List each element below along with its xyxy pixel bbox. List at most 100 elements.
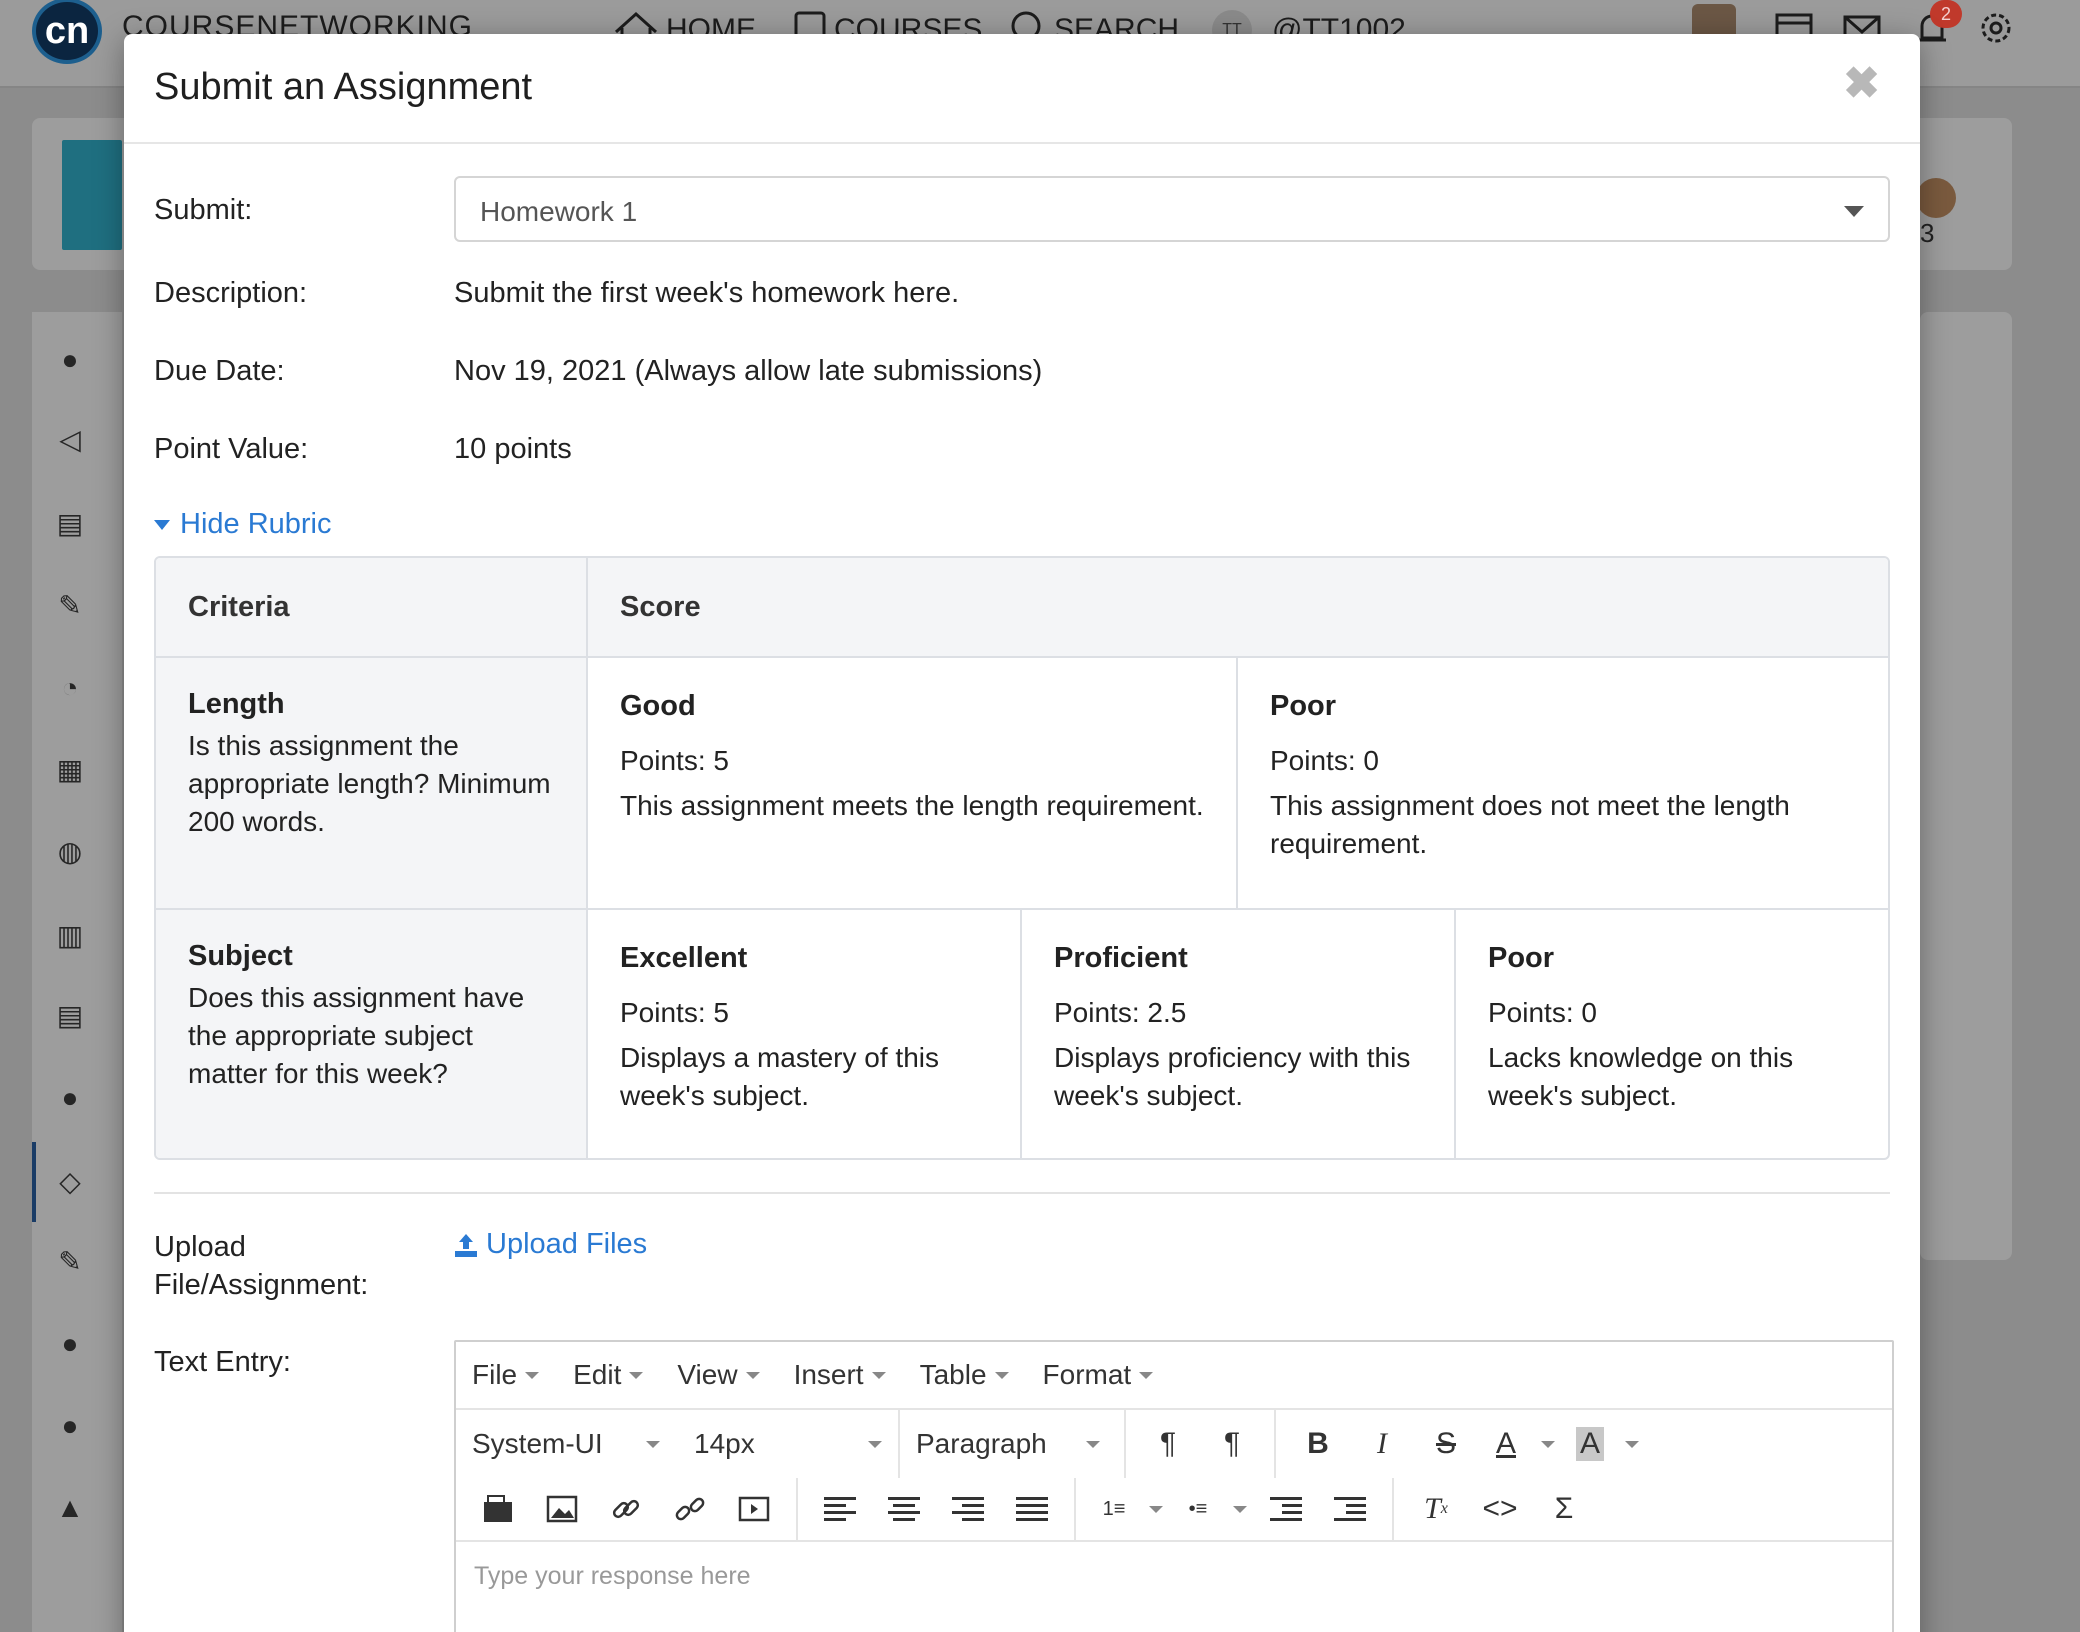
strikethrough-icon[interactable]: S bbox=[1414, 1416, 1478, 1472]
italic-icon[interactable]: I bbox=[1350, 1416, 1414, 1472]
member-avatar[interactable] bbox=[1916, 178, 1956, 218]
menu-file[interactable]: File bbox=[472, 1359, 540, 1391]
rubric-level-proficient[interactable]: Proficient Points: 2.5 Displays proficie… bbox=[1022, 910, 1456, 1158]
rtl-icon[interactable]: ¶ bbox=[1200, 1416, 1264, 1472]
description-label: Description: bbox=[154, 277, 308, 309]
level-points: Points: 5 bbox=[620, 997, 729, 1028]
editor-menubar: File Edit View Insert Table Format bbox=[456, 1342, 1892, 1410]
menu-view[interactable]: View bbox=[677, 1359, 760, 1391]
bullet-list-dropdown[interactable] bbox=[1226, 1481, 1254, 1537]
font-family-select[interactable]: System-UI bbox=[466, 1428, 666, 1460]
caret-down-icon bbox=[154, 519, 170, 530]
unlink-icon[interactable] bbox=[658, 1481, 722, 1537]
menu-insert[interactable]: Insert bbox=[794, 1359, 886, 1391]
align-center-icon[interactable] bbox=[872, 1481, 936, 1537]
hide-rubric-label: Hide Rubric bbox=[180, 508, 332, 540]
chevron-down-icon bbox=[1086, 1440, 1100, 1448]
text-color-icon[interactable]: A bbox=[1478, 1416, 1534, 1472]
font-select-group: System-UI 14px bbox=[456, 1410, 900, 1478]
due-date-value: Nov 19, 2021 (Always allow late submissi… bbox=[454, 355, 1043, 387]
math-sigma-icon[interactable]: Σ bbox=[1532, 1481, 1596, 1537]
block-format-group: Paragraph bbox=[900, 1410, 1126, 1478]
upload-files-button[interactable]: Upload Files bbox=[454, 1228, 647, 1261]
align-right-icon[interactable] bbox=[936, 1481, 1000, 1537]
editor-content-area[interactable]: Type your response here bbox=[456, 1542, 1892, 1611]
upload-files-label: Upload Files bbox=[486, 1228, 648, 1260]
highlight-color-icon[interactable]: A bbox=[1562, 1416, 1618, 1472]
building-icon[interactable]: ▥ bbox=[54, 920, 86, 952]
description-value: Submit the first week's homework here. bbox=[454, 277, 960, 309]
rubric-level-poor[interactable]: Poor Points: 0 This assignment does not … bbox=[1238, 658, 1888, 910]
criterion-description: Does this assignment have the appropriat… bbox=[188, 982, 525, 1089]
user-icon[interactable]: ● bbox=[54, 1410, 86, 1442]
level-description: This assignment does not meet the length… bbox=[1270, 790, 1790, 859]
block-format-select[interactable]: Paragraph bbox=[910, 1428, 1106, 1460]
info-icon[interactable]: ● bbox=[54, 344, 86, 376]
align-justify-icon[interactable] bbox=[1000, 1481, 1064, 1537]
group-icon[interactable]: ● bbox=[54, 1328, 86, 1360]
menu-edit[interactable]: Edit bbox=[573, 1359, 644, 1391]
notes-icon[interactable]: ▤ bbox=[54, 508, 86, 540]
image-icon[interactable] bbox=[530, 1481, 594, 1537]
rubric-header-score-text: Score bbox=[620, 590, 701, 623]
text-style-group: B I S A A bbox=[1276, 1410, 1656, 1478]
gear-icon[interactable] bbox=[1976, 8, 2016, 48]
rubric-header-criteria: Criteria bbox=[156, 558, 588, 658]
text-color-dropdown[interactable] bbox=[1534, 1416, 1562, 1472]
assignment-icon[interactable]: ✎ bbox=[54, 1246, 86, 1278]
chevron-down-icon bbox=[1625, 1440, 1639, 1448]
notification-badge: 2 bbox=[1930, 0, 1962, 28]
upload-icon bbox=[455, 1233, 477, 1257]
cube-icon[interactable]: ◇ bbox=[54, 1166, 86, 1198]
bullet-list-icon[interactable]: •≡ bbox=[1170, 1481, 1226, 1537]
highlight-color-dropdown[interactable] bbox=[1618, 1416, 1646, 1472]
rubric-level-excellent[interactable]: Excellent Points: 5 Displays a mastery o… bbox=[588, 910, 1022, 1158]
media-icon[interactable] bbox=[722, 1481, 786, 1537]
assignment-select[interactable]: Homework 1 bbox=[454, 176, 1890, 242]
chevron-down-icon bbox=[871, 1371, 886, 1379]
calendar-small-icon[interactable]: ▦ bbox=[54, 754, 86, 786]
brain-icon[interactable]: ● bbox=[54, 1082, 86, 1114]
content-card bbox=[1920, 312, 2012, 1260]
level-name: Excellent bbox=[620, 942, 748, 974]
sidebar-active-indicator bbox=[32, 1142, 36, 1222]
outdent-icon[interactable] bbox=[1254, 1481, 1318, 1537]
logo[interactable]: cn bbox=[32, 0, 102, 64]
hide-rubric-toggle[interactable]: Hide Rubric bbox=[154, 508, 332, 541]
numbered-list-icon[interactable]: 1≡ bbox=[1086, 1481, 1142, 1537]
link-icon[interactable] bbox=[594, 1481, 658, 1537]
menu-format[interactable]: Format bbox=[1043, 1359, 1154, 1391]
source-code-icon[interactable]: <> bbox=[1468, 1481, 1532, 1537]
file-manager-icon[interactable] bbox=[466, 1481, 530, 1537]
stats-icon[interactable]: ▲ bbox=[54, 1492, 86, 1524]
rubric-level-good[interactable]: Good Points: 5 This assignment meets the… bbox=[588, 658, 1238, 910]
rich-text-editor: File Edit View Insert Table Format Syste… bbox=[454, 1340, 1894, 1632]
level-points: Points: 2.5 bbox=[1054, 997, 1187, 1028]
edit-icon[interactable]: ✎ bbox=[54, 590, 86, 622]
chevron-down-icon bbox=[1541, 1440, 1555, 1448]
document-icon[interactable]: ▤ bbox=[54, 1000, 86, 1032]
level-description: This assignment meets the length require… bbox=[620, 790, 1204, 821]
globe-icon[interactable]: ◍ bbox=[54, 836, 86, 868]
chevron-down-icon bbox=[994, 1371, 1009, 1379]
indent-icon[interactable] bbox=[1318, 1481, 1382, 1537]
clear-formatting-icon[interactable]: Tx bbox=[1404, 1481, 1468, 1537]
menu-table[interactable]: Table bbox=[920, 1359, 1009, 1391]
rubric-level-poor[interactable]: Poor Points: 0 Lacks knowledge on this w… bbox=[1456, 910, 1888, 1158]
font-size-select[interactable]: 14px bbox=[688, 1428, 888, 1460]
megaphone-icon[interactable]: ◁ bbox=[54, 424, 86, 456]
ltr-icon[interactable]: ¶ bbox=[1136, 1416, 1200, 1472]
font-size-value: 14px bbox=[694, 1428, 755, 1459]
block-format-value: Paragraph bbox=[916, 1428, 1047, 1459]
bold-icon[interactable]: B bbox=[1286, 1416, 1350, 1472]
align-left-icon[interactable] bbox=[808, 1481, 872, 1537]
misc-group: Tx <> Σ bbox=[1394, 1478, 1606, 1540]
numbered-list-dropdown[interactable] bbox=[1142, 1481, 1170, 1537]
chevron-down-icon bbox=[646, 1440, 660, 1448]
level-name: Proficient bbox=[1054, 942, 1188, 974]
pie-chart-icon[interactable]: ◔ bbox=[54, 672, 86, 704]
chevron-down-icon bbox=[1233, 1505, 1247, 1513]
submit-assignment-modal: Submit an Assignment ✖ Submit: Homework … bbox=[124, 34, 1920, 1632]
chevron-down-icon bbox=[868, 1440, 882, 1448]
close-icon[interactable]: ✖ bbox=[1843, 62, 1880, 106]
